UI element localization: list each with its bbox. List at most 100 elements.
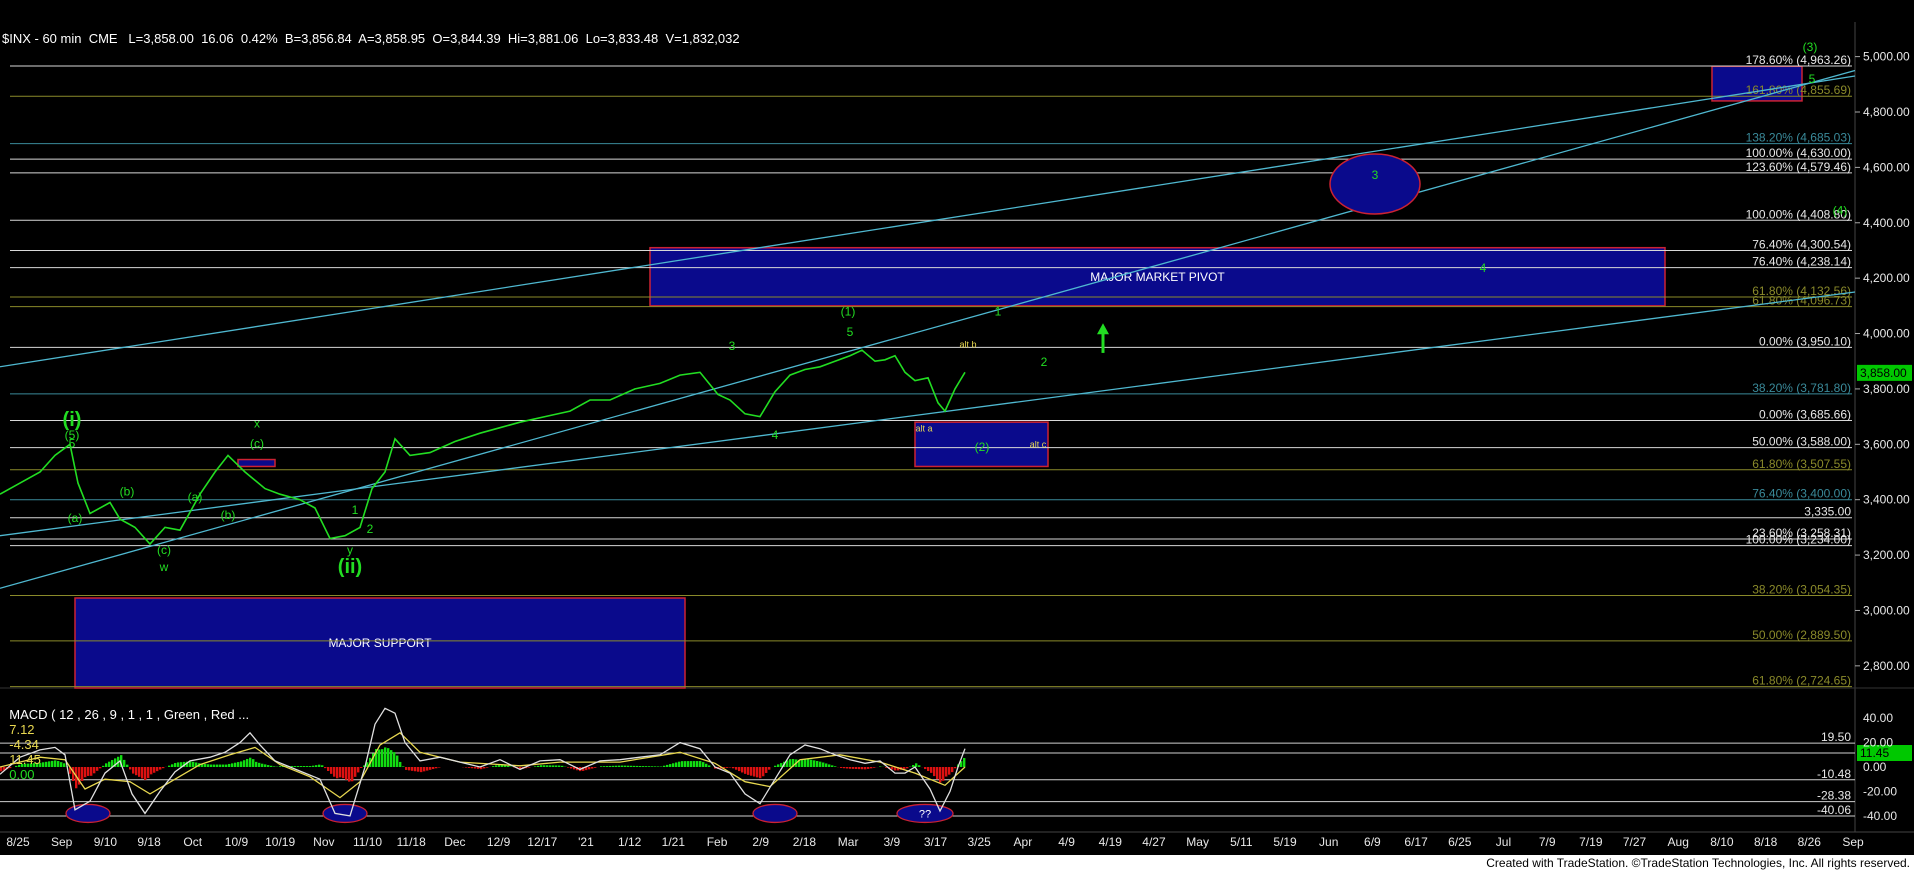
x-tick-label: 1/12 <box>618 835 642 849</box>
macd-histogram-bar <box>465 767 468 768</box>
x-tick-label: 11/18 <box>397 835 426 849</box>
macd-histogram-bar <box>405 767 408 770</box>
macd-histogram-bar <box>651 766 654 767</box>
macd-histogram-bar <box>507 765 510 767</box>
x-tick-label: 5/19 <box>1273 835 1297 849</box>
macd-histogram-bar <box>330 767 333 774</box>
macd-histogram-bar <box>738 767 741 772</box>
macd-histogram-bar <box>849 767 852 769</box>
y-tick-label: 3,200.00 <box>1863 548 1910 562</box>
macd-histogram-bar <box>606 766 609 767</box>
target-ellipse <box>1329 153 1421 215</box>
macd-histogram-bar <box>420 767 423 773</box>
macd-histogram-bar <box>255 761 258 767</box>
fib-label: 76.40% (3,400.00) <box>1752 487 1851 501</box>
wave-label: 2 <box>1041 355 1048 369</box>
wave-label: 2 <box>367 522 374 536</box>
x-tick-label: Sep <box>1842 835 1864 849</box>
macd-histogram-bar <box>768 767 771 770</box>
wave-label: (c) <box>250 437 264 451</box>
macd-histogram-bar <box>264 764 267 767</box>
macd-highlight-ellipse <box>322 803 368 824</box>
x-tick-label: 8/18 <box>1754 835 1778 849</box>
macd-histogram-bar <box>618 765 621 767</box>
x-tick-label: 8/26 <box>1798 835 1822 849</box>
macd-histogram-bar <box>468 767 471 768</box>
macd-histogram-bar <box>258 762 261 767</box>
macd-histogram-bar <box>690 761 693 767</box>
macd-histogram-bar <box>534 766 537 767</box>
macd-histogram-bar <box>780 763 783 767</box>
macd-histogram-bar <box>249 757 252 767</box>
x-tick-label: Sep <box>51 835 73 849</box>
wave-label: (4) <box>1833 203 1848 217</box>
macd-histogram-bar <box>624 765 627 767</box>
y-tick-label: 5,000.00 <box>1863 50 1910 64</box>
macd-highlight-ellipse <box>752 803 798 824</box>
macd-histogram-bar <box>834 766 837 767</box>
fib-label: 100.00% (3,234.00) <box>1746 533 1851 547</box>
x-tick-label: 5/11 <box>1230 835 1253 849</box>
macd-histogram-bar <box>567 767 570 768</box>
macd-header: MACD ( 12 , 26 , 9 , 1 , 1 , Green , Red… <box>2 692 249 782</box>
macd-histogram-bar <box>846 767 849 769</box>
y-tick-label: 3,400.00 <box>1863 493 1910 507</box>
fib-label: 50.00% (2,889.50) <box>1752 628 1851 642</box>
x-tick-label: 6/17 <box>1404 835 1428 849</box>
macd-histogram-bar <box>912 764 915 767</box>
x-tick-label: Aug <box>1668 835 1689 849</box>
fib-label: 61.80% (3,507.55) <box>1752 457 1851 471</box>
macd-histogram-bar <box>543 765 546 767</box>
macd-histogram-bar <box>321 765 324 767</box>
y-tick-label: 2,800.00 <box>1863 659 1910 673</box>
wave-label: (a) <box>68 511 83 525</box>
fib-label: 38.20% (3,054.35) <box>1752 583 1851 597</box>
y-tick-label: 3,600.00 <box>1863 437 1910 451</box>
macd-histogram-bar <box>396 755 399 767</box>
macd-histogram-bar <box>831 765 834 767</box>
signal-value: -4.34 <box>9 737 39 752</box>
macd-histogram-bar <box>816 760 819 767</box>
x-tick-label: 4/19 <box>1099 835 1123 849</box>
macd-level-label: -10.48 <box>1817 767 1851 781</box>
macd-histogram-bar <box>540 765 543 767</box>
wave-label: (a) <box>188 490 203 504</box>
macd-histogram-bar <box>693 761 696 767</box>
fib-label: 50.00% (3,588.00) <box>1752 435 1851 449</box>
x-tick-label: 8/10 <box>1710 835 1734 849</box>
macd-histogram-bar <box>873 767 876 768</box>
macd-histogram-bar <box>270 765 273 767</box>
macd-histogram-bar <box>336 767 339 779</box>
chart-canvas: MAJOR MARKET PIVOT MAJOR SUPPORT 178.60% (… <box>0 0 1914 873</box>
macd-histogram-bar <box>648 766 651 767</box>
macd-ellipse-label: ?? <box>919 808 931 820</box>
macd-label: MACD ( 12 , 26 , 9 , 1 , 1 , Green , Red… <box>9 707 250 722</box>
macd-histogram-bar <box>735 767 738 770</box>
macd-histogram-bar <box>402 766 405 767</box>
macd-histogram-bar <box>393 752 396 767</box>
x-tick-label: Feb <box>707 835 728 849</box>
macd-histogram-bar <box>495 765 498 767</box>
x-tick-label: 7/27 <box>1623 835 1647 849</box>
macd-histogram-bar <box>621 765 624 767</box>
wave-label: (2) <box>975 440 990 454</box>
macd-histogram-bar <box>315 765 318 767</box>
macd-histogram-bar <box>963 758 966 767</box>
macd-histogram-bar <box>312 765 315 767</box>
y-tick-label: 4,000.00 <box>1863 327 1910 341</box>
x-tick-label: 9/10 <box>94 835 118 849</box>
macd-y-tick-label: 20.00 <box>1863 736 1893 750</box>
macd-highlight-ellipse <box>65 803 111 824</box>
macd-histogram-bar <box>549 765 552 767</box>
fib-label: 0.00% (3,685.66) <box>1759 407 1851 421</box>
wave-label: 5 <box>847 325 854 339</box>
y-tick-label: 4,200.00 <box>1863 271 1910 285</box>
wave-label: (ii) <box>338 556 362 578</box>
x-tick-label: Apr <box>1014 835 1033 849</box>
macd-histogram-bar <box>810 759 813 767</box>
fib-label: 76.40% (4,300.54) <box>1752 237 1851 251</box>
macd-histogram-bar <box>861 767 864 770</box>
macd-histogram-bar <box>588 767 591 770</box>
macd-histogram-bar <box>666 764 669 767</box>
y-tick-label: 4,400.00 <box>1863 216 1910 230</box>
